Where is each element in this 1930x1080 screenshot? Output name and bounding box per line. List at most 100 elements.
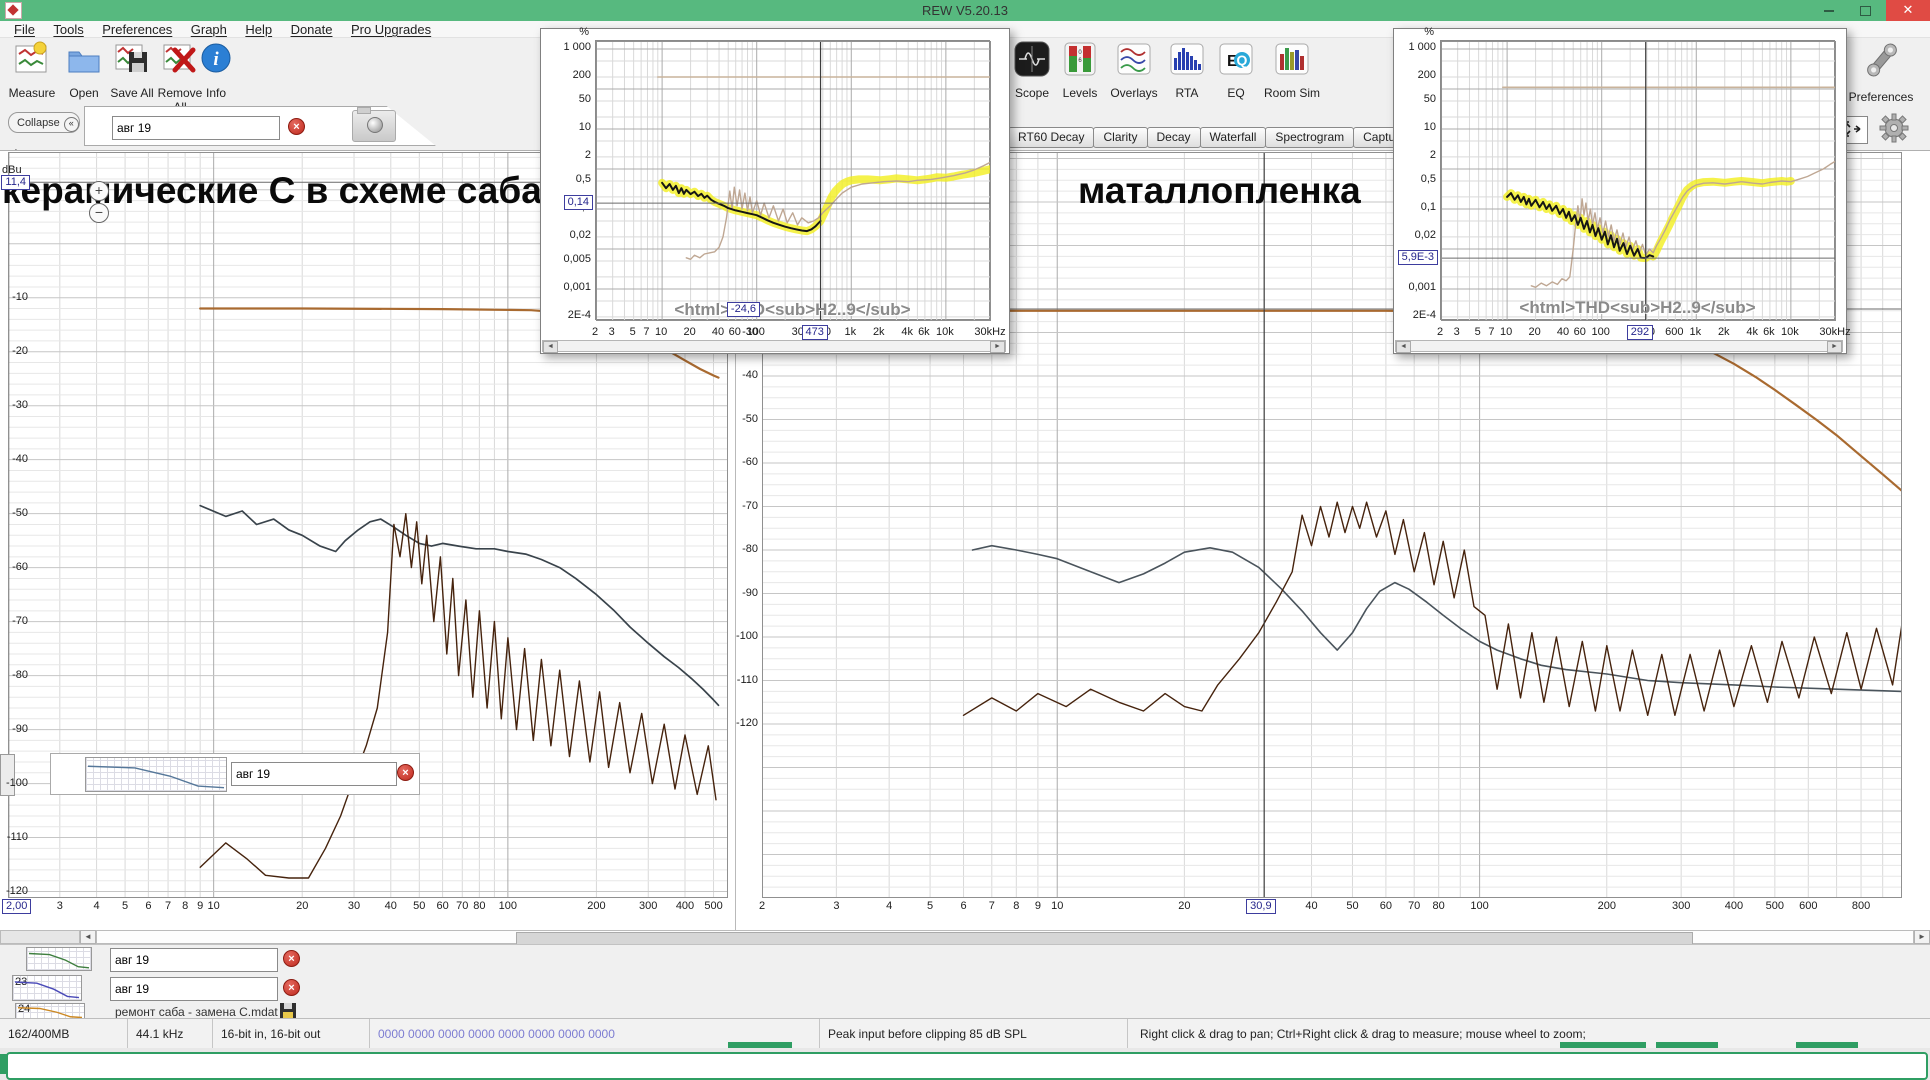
mouse-hint-status: Right click & drag to pan; Ctrl+Right cl… xyxy=(1140,1019,1586,1049)
y-tick-label: 2 xyxy=(1430,149,1436,161)
tab-decay[interactable]: Decay xyxy=(1147,127,1201,148)
cursor-y-readout: 5,9E-3 xyxy=(1398,250,1438,265)
scroll-right-icon[interactable]: ► xyxy=(990,341,1005,353)
close-button[interactable]: ✕ xyxy=(1886,0,1930,21)
sample-rate-status: 44.1 kHz xyxy=(128,1019,213,1049)
menu-tools[interactable]: Tools xyxy=(53,22,83,37)
preferences-icon[interactable] xyxy=(1862,40,1902,80)
info-button[interactable]: i Info xyxy=(196,40,236,100)
tab-spectrogram[interactable]: Spectrogram xyxy=(1265,127,1354,148)
delete-measurement-button[interactable]: × xyxy=(397,764,414,781)
left-graph-title: керамические С в схеме саба xyxy=(2,170,542,212)
scroll-left-icon[interactable]: ◄ xyxy=(1396,341,1411,353)
overlays-button[interactable]: Overlays xyxy=(1106,40,1162,100)
measurement-thumbnail[interactable]: 23 xyxy=(12,975,82,1001)
y-tick-label: 10 xyxy=(579,121,591,133)
tab-waterfall[interactable]: Waterfall xyxy=(1200,127,1267,148)
measurement-name-input[interactable] xyxy=(231,762,397,786)
levels-icon: 06 xyxy=(1061,40,1099,78)
x-tick-label: 100 xyxy=(1576,326,1626,338)
scroll-right-icon[interactable]: ► xyxy=(1914,930,1930,944)
menu-help[interactable]: Help xyxy=(245,22,272,37)
right-thd-inset-plot[interactable] xyxy=(1440,40,1835,320)
bottom-panel: × 23 × 24 ремонт саба - замена C.mdat ✔F… xyxy=(0,944,1930,1019)
menu-file[interactable]: File xyxy=(14,22,35,37)
minimize-button[interactable] xyxy=(1814,0,1844,21)
strip-tab xyxy=(1796,1042,1858,1048)
y-tick-label: 0,5 xyxy=(576,173,591,185)
zoom-out-button[interactable]: − xyxy=(89,203,109,223)
right-inset-scrollbar[interactable]: ◄► xyxy=(1395,340,1843,352)
cursor-x-readout: 473 xyxy=(802,325,828,340)
left-main-y-axis: -10-20-30-40-50-60-70-80-90-100-110-1201… xyxy=(0,152,30,898)
right-main-x-axis: 2345678910204050607080100200300400500600… xyxy=(762,898,1902,918)
measurement-thumbnail[interactable] xyxy=(85,757,227,792)
zoom-in-button[interactable]: + xyxy=(89,181,109,201)
y-tick-label: 2 xyxy=(585,149,591,161)
menu-preferences[interactable]: Preferences xyxy=(102,22,172,37)
save-measurement-icon[interactable] xyxy=(280,1003,296,1018)
y-tick-label: -50 xyxy=(742,413,758,425)
bottom-strip xyxy=(0,1048,1930,1080)
camera-capture-icon[interactable] xyxy=(352,110,396,142)
tab-clarity[interactable]: Clarity xyxy=(1093,127,1147,148)
y-tick-label: -90 xyxy=(742,587,758,599)
y-tick-label: -120 xyxy=(736,717,758,729)
right-inset-y-axis: 1 000200501020,50,10,020,0050,0012E-45,9… xyxy=(1388,40,1438,320)
menu-donate[interactable]: Donate xyxy=(291,22,333,37)
measurement-row[interactable]: × xyxy=(50,753,420,795)
left-thd-inset-plot[interactable] xyxy=(595,40,990,320)
y-tick-label: 0,001 xyxy=(563,281,591,293)
scrollbar-track[interactable] xyxy=(96,930,1914,944)
y-tick-label: -30 xyxy=(12,399,28,411)
y-tick-label: 0,001 xyxy=(1408,281,1436,293)
x-tick-label: 100 xyxy=(1455,900,1505,912)
y-tick-label: -100 xyxy=(736,630,758,642)
collapse-button[interactable]: Collapse« xyxy=(8,112,80,133)
right-inset-html-label: <html>THD<sub>H2..9</sub> xyxy=(1440,298,1835,318)
room-sim-button[interactable]: Room Sim xyxy=(1262,40,1322,100)
scroll-right-icon[interactable]: ► xyxy=(1827,341,1842,353)
delete-measurement-button[interactable]: × xyxy=(283,979,300,996)
measure-button[interactable]: Measure xyxy=(4,40,60,100)
title-bar: REW V5.20.13 ✕ xyxy=(0,0,1930,21)
tab-rt60-decay[interactable]: RT60 Decay xyxy=(1008,127,1094,148)
x-tick-label: 20 xyxy=(1159,900,1209,912)
y-tick-label: 0,005 xyxy=(563,253,591,265)
cursor-x-readout: 30,9 xyxy=(1246,899,1275,914)
x-tick-label: 30kHz xyxy=(1810,326,1860,338)
measurement-name-input[interactable] xyxy=(110,977,278,1001)
svg-text:i: i xyxy=(213,49,219,70)
rta-icon xyxy=(1168,40,1206,78)
eq-button[interactable]: EQ EQ xyxy=(1214,40,1258,100)
series-thd-highlight xyxy=(1507,181,1791,258)
scroll-left-icon[interactable]: ◄ xyxy=(80,930,96,944)
measurement-name-input[interactable] xyxy=(112,116,280,140)
controls-gear-icon[interactable] xyxy=(1878,112,1910,144)
left-inset-scrollbar[interactable]: ◄► xyxy=(542,340,1006,352)
y-tick-label: -70 xyxy=(742,500,758,512)
right-inset-x-axis: 2357102040601003006001k2k4k6k10k30kHz292 xyxy=(1440,324,1835,340)
window-title: REW V5.20.13 xyxy=(0,3,1930,18)
rta-button[interactable]: RTA xyxy=(1164,40,1210,100)
y-tick-label: 200 xyxy=(1418,69,1436,81)
restore-button[interactable] xyxy=(1850,0,1880,21)
menu-pro-upgrades[interactable]: Pro Upgrades xyxy=(351,22,431,37)
eq-icon: EQ xyxy=(1217,40,1255,78)
measurement-name-input[interactable] xyxy=(110,948,278,972)
scroll-left-icon[interactable]: ◄ xyxy=(543,341,558,353)
strip-nub xyxy=(0,1054,8,1074)
delete-measurement-button[interactable]: × xyxy=(283,950,300,967)
left-inset-x-axis: 2357102040601003005001k2k4k6k10k30kHz473 xyxy=(595,324,990,340)
y-tick-label: -70 xyxy=(12,615,28,627)
x-tick-label: 300 xyxy=(1656,900,1706,912)
x-tick-label: 500 xyxy=(689,900,739,912)
y-tick-label: -60 xyxy=(742,456,758,468)
levels-button[interactable]: 06 Levels xyxy=(1052,40,1108,100)
measurement-thumbnail[interactable] xyxy=(26,947,92,971)
delete-measurement-button[interactable]: × xyxy=(288,118,305,135)
menu-graph[interactable]: Graph xyxy=(191,22,227,37)
preferences-label[interactable]: Preferences xyxy=(1836,90,1926,104)
x-tick-label: 10k xyxy=(920,326,970,338)
remove-all-icon xyxy=(161,40,199,78)
